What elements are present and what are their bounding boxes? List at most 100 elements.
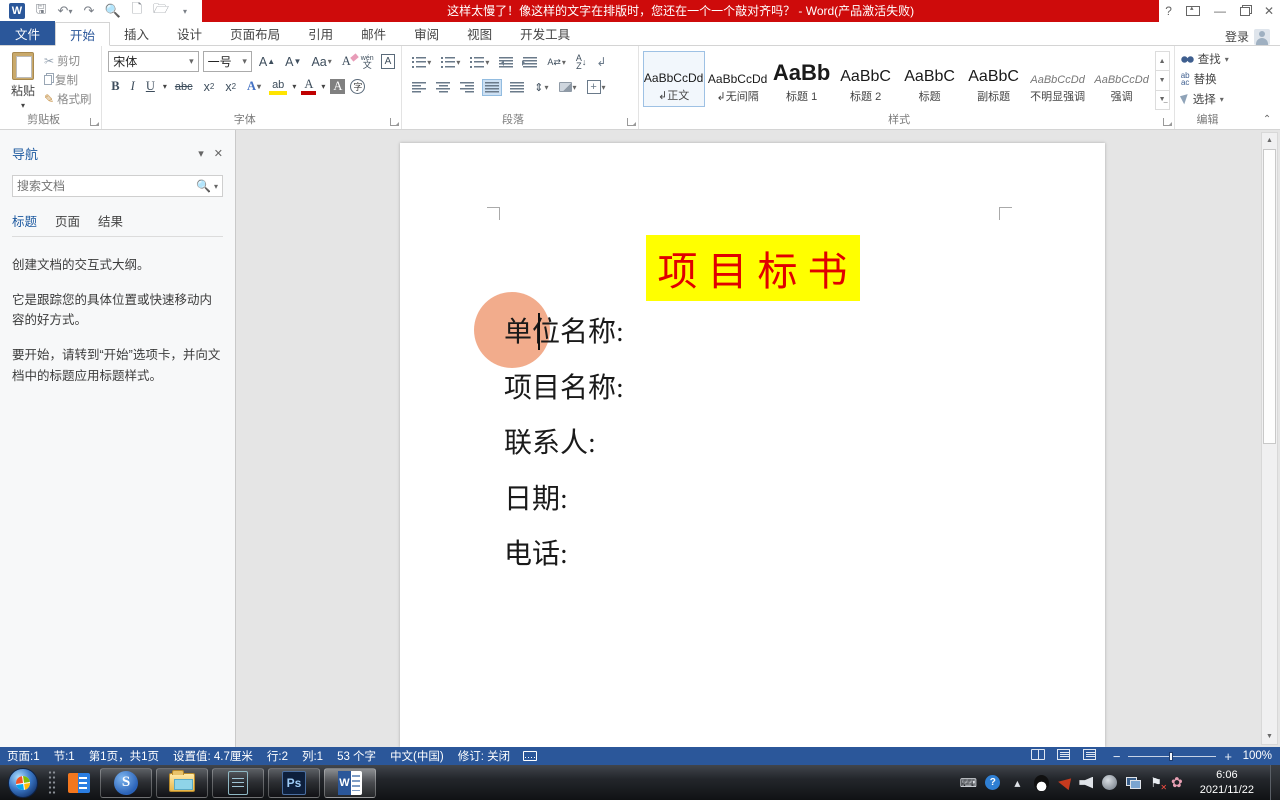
- paste-button[interactable]: 粘贴 ▾: [2, 49, 44, 112]
- clipboard-dialog-launcher-icon[interactable]: [90, 118, 98, 126]
- decrease-indent-button[interactable]: [497, 55, 515, 70]
- line-spacing-button[interactable]: ⇕▾: [532, 79, 550, 96]
- align-right-button[interactable]: [458, 80, 476, 95]
- input-method-icon[interactable]: ⌨: [960, 775, 976, 791]
- enclose-characters-button[interactable]: 字: [350, 79, 365, 94]
- tab-insert[interactable]: 插入: [110, 21, 163, 45]
- font-size-combobox[interactable]: 一号▾: [203, 51, 252, 72]
- status-line[interactable]: 行:2: [260, 748, 295, 764]
- find-button[interactable]: 查找▾: [1177, 49, 1252, 69]
- tab-page-layout[interactable]: 页面布局: [216, 21, 294, 45]
- show-hide-marks-button[interactable]: ↲: [594, 53, 608, 71]
- flower-app-icon[interactable]: ✿: [1171, 774, 1183, 791]
- styles-dialog-launcher-icon[interactable]: [1163, 118, 1171, 126]
- navigation-close-icon[interactable]: ✕: [214, 147, 223, 160]
- grow-font-button[interactable]: A▲: [256, 54, 278, 70]
- zoom-slider[interactable]: [1128, 756, 1216, 757]
- asian-layout-button[interactable]: A⇄▾: [545, 56, 568, 69]
- underline-button[interactable]: U: [143, 78, 158, 95]
- taskbar-word[interactable]: W: [324, 768, 376, 798]
- taskbar-file-explorer[interactable]: [156, 768, 208, 798]
- save-icon[interactable]: 🖫: [32, 2, 50, 20]
- close-button[interactable]: ✕: [1264, 4, 1274, 18]
- web-layout-icon[interactable]: [1077, 749, 1103, 763]
- security-app-icon[interactable]: [1102, 775, 1117, 790]
- shading-button[interactable]: ▾: [557, 80, 579, 94]
- search-options-icon[interactable]: ▾: [214, 182, 218, 191]
- taskbar-clock[interactable]: 6:06 2021/11/22: [1192, 768, 1262, 798]
- undo-icon[interactable]: ↶▾: [56, 2, 74, 20]
- restore-button[interactable]: [1240, 7, 1250, 16]
- zoom-slider-thumb[interactable]: [1169, 752, 1173, 761]
- action-center-icon[interactable]: ⚑: [1150, 775, 1162, 791]
- justify-button[interactable]: [482, 79, 502, 96]
- tab-references[interactable]: 引用: [294, 21, 347, 45]
- search-icon[interactable]: 🔍: [196, 179, 211, 193]
- style-subtle-emphasis[interactable]: AaBbCcDd不明显强调: [1027, 51, 1089, 107]
- doc-line-contact[interactable]: 联系人:: [504, 416, 624, 472]
- styles-gallery-more-icon[interactable]: ▼̲: [1156, 91, 1169, 109]
- zoom-out-button[interactable]: −: [1113, 749, 1121, 764]
- taskbar-photoshop[interactable]: Ps: [268, 768, 320, 798]
- styles-scroll-up-icon[interactable]: ▲: [1156, 52, 1169, 71]
- open-icon[interactable]: 🗁: [152, 2, 170, 20]
- tab-home[interactable]: 开始: [55, 22, 110, 46]
- search-input[interactable]: [17, 179, 196, 193]
- bold-button[interactable]: B: [108, 78, 122, 95]
- scroll-up-icon[interactable]: ▲: [1262, 133, 1277, 148]
- font-color-button[interactable]: A: [301, 78, 316, 95]
- paragraph-dialog-launcher-icon[interactable]: [627, 118, 635, 126]
- font-name-combobox[interactable]: 宋体▾: [108, 51, 198, 72]
- superscript-button[interactable]: x2: [222, 79, 239, 95]
- tab-file[interactable]: 文件: [0, 21, 55, 45]
- style-emphasis[interactable]: AaBbCcDd强调: [1091, 51, 1153, 107]
- status-page-count[interactable]: 第1页，共1页: [82, 748, 166, 764]
- tray-expand-icon[interactable]: ▴: [1009, 775, 1025, 791]
- zoom-percentage[interactable]: 100%: [1242, 750, 1280, 762]
- style-heading2[interactable]: AaBbC标题 2: [835, 51, 897, 107]
- ribbon-display-options-icon[interactable]: [1186, 6, 1200, 16]
- document-body[interactable]: 单位名称: 项目名称: 联系人: 日期: 电话:: [504, 305, 624, 583]
- minimize-button[interactable]: —: [1214, 4, 1226, 18]
- tab-mailings[interactable]: 邮件: [347, 21, 400, 45]
- style-normal[interactable]: AaBbCcDd↲正文: [643, 51, 705, 107]
- doc-line-date[interactable]: 日期:: [504, 472, 624, 528]
- document-search-box[interactable]: 🔍 ▾: [12, 175, 223, 197]
- tab-review[interactable]: 审阅: [400, 21, 453, 45]
- distribute-button[interactable]: [508, 80, 526, 95]
- shrink-font-button[interactable]: A▼: [282, 54, 304, 70]
- show-desktop-button[interactable]: [1270, 765, 1280, 800]
- volume-icon[interactable]: [1079, 777, 1093, 789]
- paste-dropdown-icon[interactable]: ▾: [21, 101, 25, 110]
- help-button[interactable]: ?: [1165, 4, 1172, 18]
- subscript-button[interactable]: x2: [201, 79, 218, 95]
- print-preview-icon[interactable]: 🔍: [104, 2, 122, 20]
- new-document-icon[interactable]: 🗋: [128, 2, 146, 20]
- qat-customize-icon[interactable]: ▾: [176, 2, 194, 20]
- format-painter-button[interactable]: ✎格式刷: [44, 91, 92, 107]
- replace-button[interactable]: abac替换: [1177, 69, 1252, 89]
- character-shading-button[interactable]: A: [330, 79, 345, 94]
- numbering-button[interactable]: ▾: [439, 55, 462, 70]
- tab-view[interactable]: 视图: [453, 21, 506, 45]
- status-column[interactable]: 列:1: [295, 748, 330, 764]
- highlight-color-button[interactable]: ab: [269, 79, 287, 95]
- document-page[interactable]: 项目标书 单位名称: 项目名称: 联系人: 日期: 电话:: [400, 143, 1105, 747]
- doc-line-phone[interactable]: 电话:: [504, 527, 624, 583]
- borders-button[interactable]: ▾: [585, 78, 608, 96]
- announcement-icon[interactable]: [1057, 775, 1071, 789]
- scroll-down-icon[interactable]: ▼: [1262, 729, 1277, 744]
- multilevel-list-button[interactable]: ▾: [468, 55, 491, 70]
- bullets-button[interactable]: ▾: [410, 55, 433, 70]
- strikethrough-button[interactable]: abc: [172, 80, 196, 94]
- style-subtitle[interactable]: AaBbC副标题: [963, 51, 1025, 107]
- styles-scroll-down-icon[interactable]: ▼: [1156, 71, 1169, 90]
- tab-design[interactable]: 设计: [163, 21, 216, 45]
- tray-help-icon[interactable]: ?: [985, 775, 1000, 790]
- zoom-in-button[interactable]: +: [1224, 749, 1232, 764]
- phonetic-guide-button[interactable]: wén文: [358, 54, 377, 70]
- text-effects-button[interactable]: A▾: [244, 78, 264, 95]
- collapse-ribbon-icon[interactable]: ⌃: [1254, 46, 1280, 129]
- status-set-value[interactable]: 设置值: 4.7厘米: [166, 748, 260, 764]
- navigation-options-icon[interactable]: ▾: [198, 147, 204, 160]
